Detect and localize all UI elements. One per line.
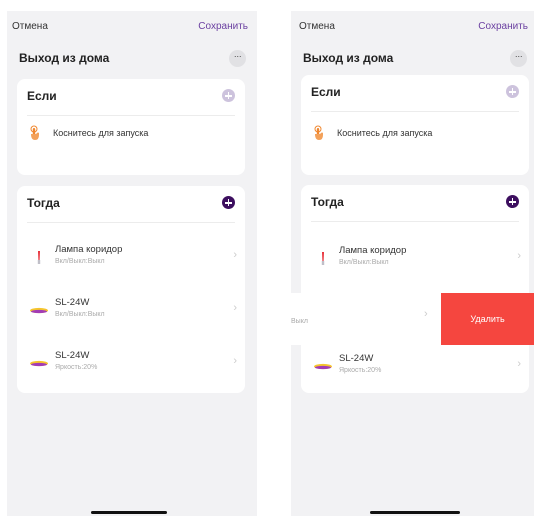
swiped-row-content[interactable]: Выкл › <box>291 293 441 345</box>
trigger-row[interactable]: Коснитесь для запуска <box>27 123 227 147</box>
divider <box>311 221 519 222</box>
if-card: Если Коснитесь для запуска <box>301 75 529 175</box>
lamp-disc-icon <box>314 363 332 370</box>
device-state: Яркость:20% <box>55 364 98 371</box>
then-card-title: Тогда <box>27 196 60 210</box>
home-indicator <box>91 511 167 514</box>
device-name: SL-24W <box>55 350 90 361</box>
chevron-right-icon: › <box>424 308 428 320</box>
chevron-right-icon: › <box>517 358 521 370</box>
divider <box>27 222 235 223</box>
then-card-title: Тогда <box>311 195 344 209</box>
device-state: Яркость:20% <box>339 367 382 374</box>
trigger-label: Коснитесь для запуска <box>53 128 149 138</box>
add-condition-button[interactable] <box>222 89 235 102</box>
scene-title: Выход из дома <box>303 51 394 65</box>
chevron-right-icon: › <box>233 302 237 314</box>
action-row[interactable]: SL-24W Яркость:20% › <box>301 347 529 391</box>
device-state: Выкл <box>291 318 308 325</box>
phone-screen-left: Отмена Сохранить Выход из дома ··· Если … <box>7 11 257 516</box>
if-card-title: Если <box>27 89 57 103</box>
device-state: Вкл/Выкл:Выкл <box>55 311 105 318</box>
top-bar: Отмена Сохранить <box>291 21 534 37</box>
device-name: SL-24W <box>55 297 90 308</box>
divider <box>27 115 235 116</box>
divider <box>311 111 519 112</box>
delete-button[interactable]: Удалить <box>441 293 534 345</box>
tap-hand-icon <box>314 125 323 140</box>
device-state: Вкл/Выкл:Выкл <box>339 259 389 266</box>
more-options-button[interactable]: ··· <box>229 50 246 67</box>
chevron-right-icon: › <box>233 249 237 261</box>
lamp-disc-icon <box>30 307 48 314</box>
swiped-action-row[interactable]: Выкл › Удалить <box>291 293 534 345</box>
action-row[interactable]: SL-24W Вкл/Выкл:Выкл › <box>17 291 245 335</box>
then-card: Тогда Лампа коридор Вкл/Выкл:Выкл › SL-2… <box>17 186 245 393</box>
if-card-title: Если <box>311 85 341 99</box>
cancel-button[interactable]: Отмена <box>299 21 335 32</box>
device-state: Вкл/Выкл:Выкл <box>55 258 105 265</box>
action-row[interactable]: Лампа коридор Вкл/Выкл:Выкл › <box>301 239 529 283</box>
device-name: Лампа коридор <box>55 244 123 255</box>
then-card-continued: SL-24W Яркость:20% › <box>301 345 529 393</box>
top-bar: Отмена Сохранить <box>7 21 257 37</box>
save-button[interactable]: Сохранить <box>478 21 528 32</box>
device-name: SL-24W <box>339 353 374 364</box>
trigger-label: Коснитесь для запуска <box>337 128 433 138</box>
device-name: Лампа коридор <box>339 245 407 256</box>
chevron-right-icon: › <box>233 355 237 367</box>
add-action-button[interactable] <box>222 196 235 209</box>
action-row[interactable]: SL-24W Яркость:20% › <box>17 344 245 388</box>
scene-title: Выход из дома <box>19 51 110 65</box>
chevron-right-icon: › <box>517 250 521 262</box>
then-card: Тогда Лампа коридор Вкл/Выкл:Выкл › <box>301 185 529 293</box>
add-condition-button[interactable] <box>506 85 519 98</box>
home-indicator <box>370 511 460 514</box>
lamp-disc-icon <box>30 360 48 367</box>
if-card: Если Коснитесь для запуска <box>17 79 245 175</box>
trigger-row[interactable]: Коснитесь для запуска <box>311 123 511 147</box>
cancel-button[interactable]: Отмена <box>12 21 48 32</box>
action-row[interactable]: Лампа коридор Вкл/Выкл:Выкл › <box>17 238 245 282</box>
tap-hand-icon <box>30 125 39 140</box>
phone-screen-right: Отмена Сохранить Выход из дома ··· Если … <box>291 11 534 516</box>
save-button[interactable]: Сохранить <box>198 21 248 32</box>
add-action-button[interactable] <box>506 195 519 208</box>
bulb-icon <box>37 251 41 264</box>
bulb-icon <box>321 252 325 265</box>
more-options-button[interactable]: ··· <box>510 50 527 67</box>
